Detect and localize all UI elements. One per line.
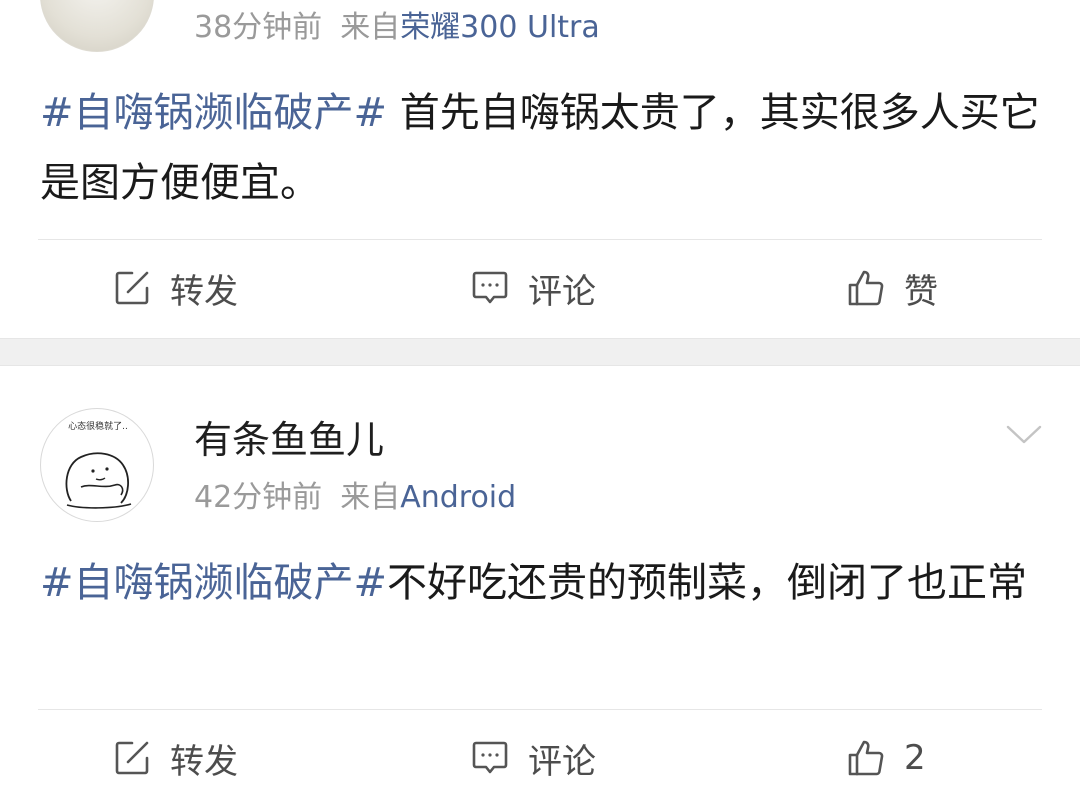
avatar[interactable]: 心态很稳就了..: [40, 408, 154, 522]
source-device[interactable]: Android: [400, 480, 516, 515]
action-bar: 转发 评论 2: [0, 728, 1080, 788]
source-device[interactable]: 荣耀300 Ultra: [400, 10, 600, 45]
comment-button[interactable]: 评论: [470, 728, 596, 788]
source-prefix: 来自: [340, 480, 401, 515]
thumbs-up-icon: [848, 740, 884, 776]
post-meta: 38分钟前 来自荣耀300 Ultra: [194, 10, 600, 46]
repost-button[interactable]: 转发: [112, 258, 238, 318]
divider: [38, 239, 1042, 240]
repost-button[interactable]: 转发: [112, 728, 238, 788]
topic-link[interactable]: #自嗨锅濒临破产#: [40, 90, 387, 136]
meme-sticker-image: 心态很稳就了..: [65, 420, 132, 509]
comment-bubble-icon: [472, 271, 508, 304]
comment-bubble-icon: [472, 741, 508, 774]
post-card: 38分钟前 来自荣耀300 Ultra #自嗨锅濒临破产# 首先自嗨锅太贵了，其实…: [0, 0, 1080, 338]
action-bar: 转发 评论 赞: [0, 258, 1080, 318]
avatar[interactable]: [40, 0, 154, 52]
source-prefix: 来自: [340, 10, 401, 45]
repost-label: 转发: [170, 741, 238, 782]
post-time: 38分钟前: [194, 10, 323, 45]
topic-link[interactable]: #自嗨锅濒临破产#: [40, 560, 387, 606]
edit-square-icon: [115, 741, 149, 775]
like-button[interactable]: 赞: [846, 258, 938, 318]
username[interactable]: 有条鱼鱼儿: [194, 418, 384, 462]
post-text: #自嗨锅濒临破产#不好吃还贵的预制菜，倒闭了也正常: [40, 548, 1040, 618]
chevron-down-icon[interactable]: [1006, 424, 1042, 446]
post-meta: 42分钟前 来自Android: [194, 480, 516, 516]
post-card: 心态很稳就了.. 有条鱼鱼儿 42分钟前 来自Android #自嗨锅濒临破产#不…: [0, 366, 1080, 782]
like-label: 赞: [904, 271, 938, 312]
post-body: 不好吃还贵的预制菜，倒闭了也正常: [387, 560, 1028, 606]
comment-label: 评论: [528, 271, 596, 312]
post-text: #自嗨锅濒临破产# 首先自嗨锅太贵了，其实很多人买它是图方便便宜。: [40, 78, 1040, 218]
like-count: 2: [904, 738, 926, 778]
comment-button[interactable]: 评论: [470, 258, 596, 318]
post-time: 42分钟前: [194, 480, 323, 515]
thumbs-up-icon: [848, 270, 884, 306]
avatar-caption: 心态很稳就了..: [68, 420, 128, 432]
divider: [38, 709, 1042, 710]
comment-label: 评论: [528, 741, 596, 782]
edit-square-icon: [115, 271, 149, 305]
like-button[interactable]: 2: [846, 728, 926, 788]
post-separator: [0, 338, 1080, 366]
repost-label: 转发: [170, 271, 238, 312]
